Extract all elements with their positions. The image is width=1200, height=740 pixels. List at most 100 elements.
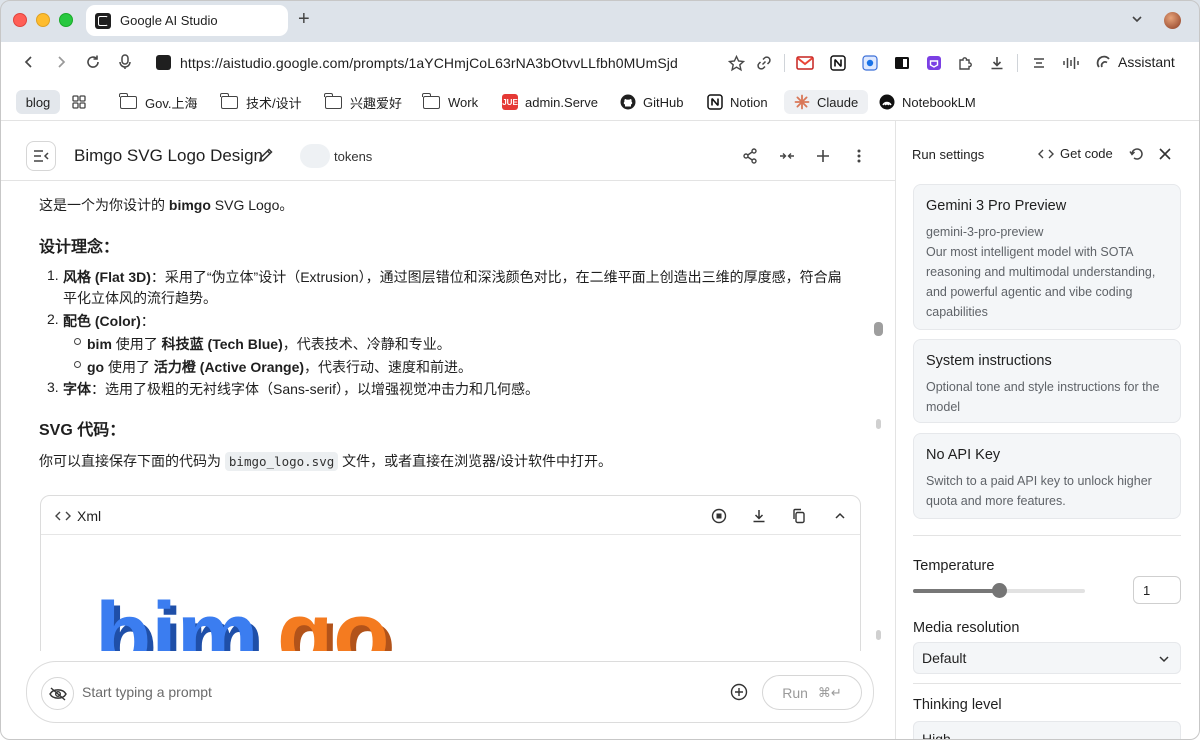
logo-text-go: go [277, 584, 389, 651]
get-code-button[interactable]: Get code [1038, 146, 1113, 161]
list-item-color: 配色 (Color)： [63, 311, 155, 331]
back-icon[interactable] [19, 52, 39, 72]
bookmark-label: Gov.上海 [145, 95, 198, 111]
bookmark-blog[interactable]: blog [16, 90, 60, 114]
new-chat-plus-icon[interactable] [814, 147, 832, 165]
close-window-button[interactable] [13, 13, 27, 27]
copy-code-icon[interactable] [790, 507, 808, 525]
bookmark-folder-work[interactable]: Work [422, 91, 478, 113]
reload-icon[interactable] [83, 52, 103, 72]
bimgo-logo-preview: bim bim go go [93, 576, 433, 651]
bookmarks-bar: blog Gov.上海 技术/设计 兴趣爱好 Work JUE admin.Ser… [0, 83, 1200, 121]
thinking-level-select[interactable]: High [913, 721, 1181, 740]
browser-tab-active[interactable]: Google AI Studio [86, 5, 288, 36]
toggle-sidebar-button[interactable] [26, 141, 56, 171]
settings-divider [913, 683, 1181, 684]
list-number: 3. [47, 379, 59, 395]
bookmark-claude[interactable]: Claude [784, 90, 869, 114]
api-key-desc: Switch to a paid API key to unlock highe… [926, 474, 1152, 508]
bookmark-folder-tech[interactable]: 技术/设计 [220, 91, 302, 113]
new-tab-button[interactable]: + [298, 9, 310, 29]
get-code-label: Get code [1060, 146, 1113, 161]
minimize-window-button[interactable] [36, 13, 50, 27]
tab-search-chevron-icon[interactable] [1130, 12, 1144, 26]
notion-extension-icon[interactable] [829, 54, 847, 72]
voice-wave-icon[interactable] [1062, 54, 1080, 72]
reading-list-icon[interactable] [1030, 54, 1048, 72]
text-run: 使用了 [111, 336, 162, 352]
bookmark-label: blog [25, 94, 51, 110]
site-favicon-icon [156, 55, 171, 70]
run-settings-panel: Run settings Get code Gemini 3 Pro Previ… [895, 121, 1200, 740]
system-instructions-card[interactable]: System instructions Optional tone and st… [913, 339, 1181, 423]
run-button[interactable]: Run ⌘↵ [762, 675, 862, 710]
code-block: Xml bim bim go go [40, 495, 861, 651]
url-text[interactable]: https://aistudio.google.com/prompts/1aYC… [180, 55, 678, 71]
bookmark-star-icon[interactable] [727, 54, 745, 72]
bookmark-admin-serve[interactable]: JUE admin.Serve [502, 91, 598, 113]
more-options-icon[interactable] [850, 147, 868, 165]
temperature-slider-handle[interactable] [992, 583, 1007, 598]
api-key-title: No API Key [926, 447, 1001, 463]
sub-item-bim: bim 使用了 科技蓝 (Tech Blue)，代表技术、冷静和专业。 [87, 334, 451, 354]
token-count-badge [300, 144, 330, 168]
forward-icon[interactable] [51, 52, 71, 72]
extensions-puzzle-icon[interactable] [956, 54, 974, 72]
model-id: gemini-3-pro-preview [926, 225, 1044, 239]
code-language: Xml [55, 508, 101, 524]
prompt-input-box[interactable]: Start typing a prompt Run ⌘↵ [26, 661, 874, 723]
bookmark-folder-hobby[interactable]: 兴趣爱好 [324, 91, 402, 113]
chat-scrollbar-thumb[interactable] [874, 322, 883, 336]
media-resolution-select[interactable]: Default [913, 642, 1181, 674]
admin-serve-icon: JUE [502, 94, 518, 110]
apps-grid-icon[interactable] [72, 91, 86, 113]
text-bold: 字体 [63, 381, 91, 397]
media-resolution-value: Default [922, 650, 967, 666]
inline-code: bimgo_logo.svg [224, 452, 339, 471]
link-icon[interactable] [755, 54, 773, 72]
ai-studio-app: Bimgo SVG Logo Design tokens 这是一个为你设计的 b… [0, 121, 1200, 740]
sidebar-extension-icon[interactable] [893, 54, 911, 72]
voice-search-icon[interactable] [115, 52, 135, 72]
edit-title-icon[interactable] [258, 147, 274, 163]
thinking-level-label: Thinking level [913, 697, 1002, 713]
profile-avatar[interactable] [1164, 12, 1181, 29]
compare-icon[interactable] [778, 147, 796, 165]
model-selector-card[interactable]: Gemini 3 Pro Preview gemini-3-pro-previe… [913, 184, 1181, 330]
reset-settings-icon[interactable] [1128, 145, 1146, 163]
media-resolution-label: Media resolution [913, 620, 1020, 636]
gmail-extension-icon[interactable] [796, 54, 814, 72]
bookmark-label: Claude [817, 94, 859, 110]
list-item-style: 风格 (Flat 3D)：采用了“伪立体”设计（Extrusion），通过图层错… [63, 267, 842, 287]
text-bold: 风格 (Flat 3D) [63, 269, 151, 285]
prompt-placeholder[interactable]: Start typing a prompt [82, 684, 212, 700]
address-bar[interactable]: https://aistudio.google.com/prompts/1aYC… [148, 47, 788, 78]
add-media-icon[interactable] [730, 683, 748, 701]
close-panel-icon[interactable] [1156, 145, 1174, 163]
share-icon[interactable] [741, 147, 759, 165]
bookmark-label: GitHub [643, 94, 684, 110]
bookmark-notebooklm[interactable]: NotebookLM [879, 91, 976, 113]
claude-icon [794, 94, 810, 110]
hide-eye-button[interactable] [41, 677, 74, 710]
assistant-label: Assistant [1118, 54, 1175, 70]
folder-icon [422, 92, 440, 109]
api-key-card[interactable]: No API Key Switch to a paid API key to u… [913, 433, 1181, 519]
collapse-code-icon[interactable] [831, 507, 849, 525]
downloads-icon[interactable] [988, 54, 1006, 72]
maximize-window-button[interactable] [59, 13, 73, 27]
bookmark-folder-gov[interactable]: Gov.上海 [119, 91, 198, 113]
intro-paragraph: 这是一个为你设计的 bimgo SVG Logo。 [39, 195, 293, 215]
prompt-title[interactable]: Bimgo SVG Logo Design [74, 146, 263, 166]
download-code-icon[interactable] [750, 507, 768, 525]
code-block-header: Xml [41, 496, 860, 535]
assistant-button[interactable]: Assistant [1096, 54, 1175, 70]
purple-extension-icon[interactable] [925, 54, 943, 72]
bookmark-github[interactable]: GitHub [620, 91, 683, 113]
list-item-font: 字体：选用了极粗的无衬线字体（Sans-serif），以增强视觉冲击力和几何感。 [63, 379, 539, 399]
text-run: 使用了 [104, 359, 154, 375]
temperature-input[interactable]: 1 [1133, 576, 1181, 604]
stop-preview-icon[interactable] [710, 507, 728, 525]
bookmark-notion[interactable]: Notion [707, 91, 768, 113]
screenshot-extension-icon[interactable] [861, 54, 879, 72]
